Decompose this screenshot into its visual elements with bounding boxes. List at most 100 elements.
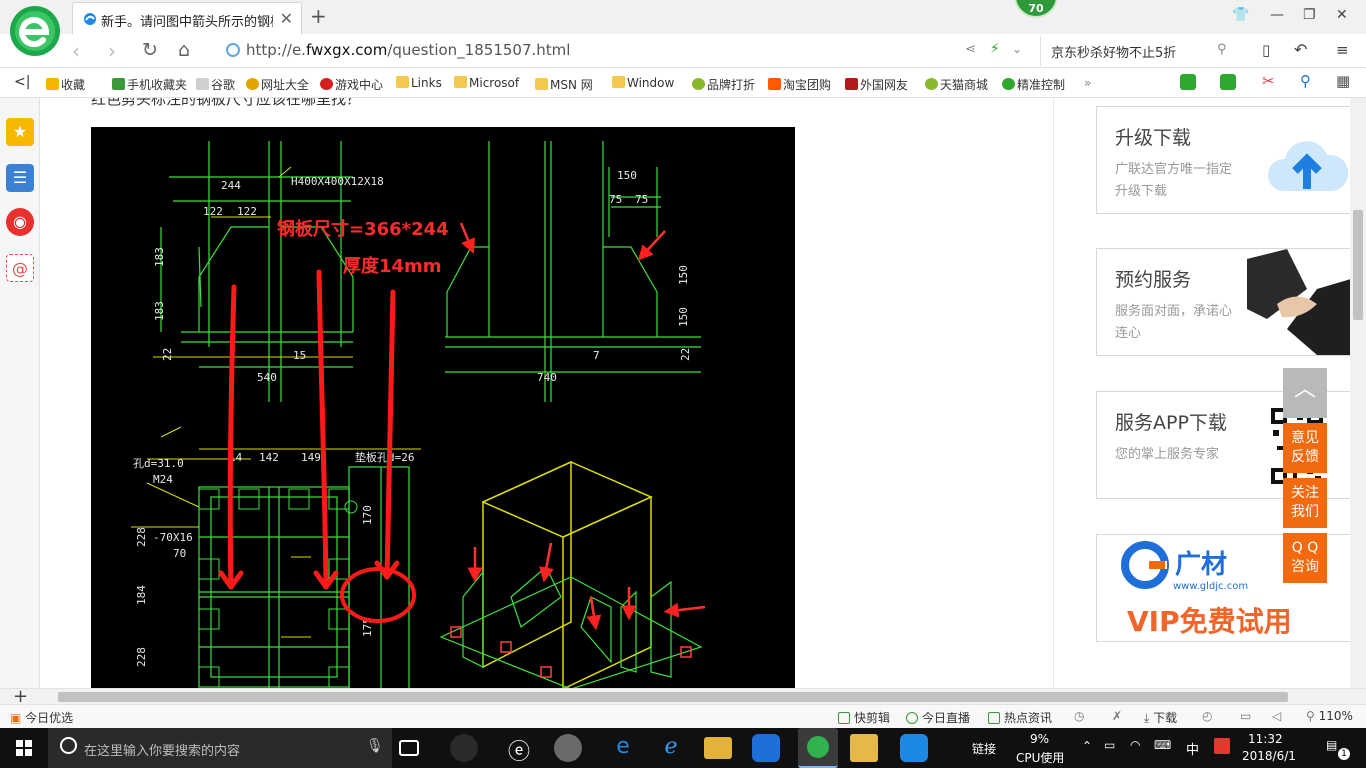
site-favicon-icon <box>84 13 96 25</box>
dropdown-chevron-icon[interactable]: ⌄ <box>1012 42 1022 56</box>
mail-icon[interactable]: @ <box>6 254 34 282</box>
shield-icon[interactable] <box>1180 74 1196 90</box>
glodon-icon[interactable] <box>752 734 780 762</box>
bookmark-2[interactable]: 谷歌 <box>196 76 235 93</box>
ie-icon[interactable]: ℯ <box>654 734 688 762</box>
card-appointment[interactable]: 预约服务 服务面对面，承诺心连心 <box>1096 248 1350 356</box>
new-tab-button[interactable]: + <box>310 4 327 28</box>
task-view-icon[interactable] <box>399 740 419 756</box>
clock-time[interactable]: 11:32 <box>1248 732 1283 746</box>
battery-icon[interactable]: ▭ <box>1104 738 1115 752</box>
microphone-icon[interactable]: 🎙 <box>366 738 384 754</box>
status-news[interactable]: 热点资讯 <box>988 709 1052 726</box>
back-to-top-button[interactable]: ︿ <box>1283 368 1327 418</box>
wifi-icon[interactable]: ◠ <box>1130 738 1140 752</box>
bookmark-13[interactable]: 精准控制 <box>1002 76 1065 93</box>
search-box[interactable]: 京东秒杀好物不止5折 ⚲ <box>1040 36 1240 66</box>
sogou-icon[interactable] <box>1214 738 1230 754</box>
maximize-button[interactable]: ❐ <box>1303 7 1316 23</box>
window-icon[interactable]: ▭ <box>1240 709 1251 723</box>
url-field[interactable]: http://e.fwxgx.com/question_1851507.html <box>246 41 570 59</box>
tools-icon[interactable]: ✗ <box>1112 709 1122 723</box>
follow-button[interactable]: 关注 我们 <box>1283 478 1327 528</box>
bookmark-12[interactable]: 天猫商城 <box>925 76 988 93</box>
address-bar: ‹ › ↻ ⌂ http://e.fwxgx.com/question_1851… <box>0 34 1366 68</box>
edge-icon[interactable]: e <box>606 734 640 762</box>
notification-badge[interactable]: 70 <box>1014 0 1058 18</box>
today-picks[interactable]: ▣ 今日优选 <box>10 709 73 726</box>
network-label[interactable]: 链接 <box>972 740 996 757</box>
bookmark-7[interactable]: MSN 网 <box>535 76 593 93</box>
card-upgrade-download[interactable]: 升级下载 广联达官方唯一指定升级下载 <box>1096 106 1350 214</box>
bookmark-0[interactable]: 收藏 <box>46 76 85 93</box>
accelerate-icon[interactable]: ◴ <box>1202 709 1212 723</box>
weibo-icon[interactable]: ◉ <box>6 208 34 236</box>
more-bookmarks-icon[interactable]: » <box>1084 76 1091 90</box>
search-tool-icon[interactable]: ⚲ <box>1300 72 1311 90</box>
bookmark-10[interactable]: 淘宝团购 <box>768 76 831 93</box>
folder-icon <box>454 76 467 88</box>
bookmark-11[interactable]: 外国网友 <box>845 76 908 93</box>
bookmark-6[interactable]: Microsof <box>454 76 519 90</box>
active-browser-taskbar-icon[interactable] <box>798 728 838 768</box>
favorites-star-icon[interactable]: ★ <box>6 118 34 146</box>
notes-app-icon[interactable] <box>850 734 878 762</box>
feedback-button[interactable]: 意见 反馈 <box>1283 423 1327 473</box>
taskbar-search-box[interactable]: 在这里输入你要搜索的内容 🎙 <box>48 728 392 768</box>
show-hidden-icons[interactable]: ⌃ <box>1082 739 1092 753</box>
scissors-icon[interactable]: ✂ <box>1262 72 1275 90</box>
bookmark-5[interactable]: Links <box>396 76 442 90</box>
bookmark-1[interactable]: 手机收藏夹 <box>112 76 187 93</box>
browser-e-icon[interactable]: ⓔ <box>502 734 536 765</box>
undo-icon[interactable]: ↶ <box>1294 40 1307 59</box>
horizontal-scroll-thumb[interactable] <box>58 692 1288 702</box>
chrome-like-icon[interactable] <box>554 734 582 762</box>
mobile-icon[interactable]: ▯ <box>1262 41 1270 59</box>
bookmark-9[interactable]: 品牌打折 <box>692 76 755 93</box>
clock-date[interactable]: 2018/6/1 <box>1242 749 1296 763</box>
minimize-button[interactable]: — <box>1270 7 1284 23</box>
vertical-scroll-thumb[interactable] <box>1353 210 1363 320</box>
qq-consult-button[interactable]: Q Q 咨询 <box>1283 533 1327 583</box>
bookmark-3[interactable]: 网址大全 <box>246 76 309 93</box>
pinwheel-app-icon[interactable] <box>450 734 478 762</box>
action-center-icon[interactable]: ▤ <box>1326 738 1337 752</box>
bookmark-8[interactable]: Window <box>612 76 674 90</box>
reload-button[interactable]: ↻ <box>142 39 158 61</box>
horizontal-scrollbar[interactable]: + <box>0 686 1366 707</box>
keyboard-icon[interactable]: ⌨ <box>1154 738 1171 752</box>
sidebar-toggle-icon[interactable]: <| <box>14 74 30 90</box>
cad-dim-7: 7 <box>593 349 600 362</box>
browser-logo-icon[interactable] <box>8 4 62 58</box>
windows-start-icon[interactable] <box>0 728 48 768</box>
tool-app-icon[interactable] <box>900 734 928 762</box>
search-icon[interactable]: ⚲ <box>1217 42 1227 57</box>
status-download[interactable]: ⤓ 下载 <box>1144 709 1177 726</box>
forward-button[interactable]: › <box>108 39 116 63</box>
sound-icon[interactable]: ◁ <box>1272 709 1281 723</box>
speed-icon[interactable]: ◷ <box>1074 709 1084 723</box>
bookmark-4[interactable]: 游戏中心 <box>320 76 383 93</box>
news-icon <box>988 712 1000 724</box>
back-button[interactable]: ‹ <box>72 39 80 63</box>
status-kuaijianji[interactable]: 快剪辑 <box>838 709 890 726</box>
reader-icon[interactable]: ☰ <box>6 164 34 192</box>
card-subtitle: 您的掌上服务专家 <box>1115 447 1220 462</box>
ime-indicator[interactable]: 中 <box>1186 739 1199 758</box>
active-tab[interactable]: 新手。请问图中箭头所示的钢板尺寸 ✕ <box>72 2 302 34</box>
close-window-button[interactable]: ✕ <box>1336 7 1348 23</box>
status-live[interactable]: 今日直播 <box>906 709 970 726</box>
home-button[interactable]: ⌂ <box>178 39 190 61</box>
menu-icon[interactable]: ≡ <box>1336 41 1349 59</box>
speed-mode-icon[interactable]: ⚡ <box>990 41 1000 57</box>
file-explorer-icon[interactable] <box>704 737 732 759</box>
leaf-icon <box>925 78 938 90</box>
share-icon[interactable]: ⋖ <box>965 42 976 57</box>
skin-icon[interactable]: 👕 <box>1232 7 1249 23</box>
vertical-scrollbar[interactable] <box>1350 98 1366 688</box>
status-zoom[interactable]: ⚲ 110% <box>1306 709 1353 723</box>
tab-close-icon[interactable]: ✕ <box>280 9 293 28</box>
site-info-icon[interactable] <box>226 43 240 57</box>
translate-icon[interactable] <box>1220 74 1236 90</box>
apps-icon[interactable]: ▦ <box>1336 72 1350 90</box>
